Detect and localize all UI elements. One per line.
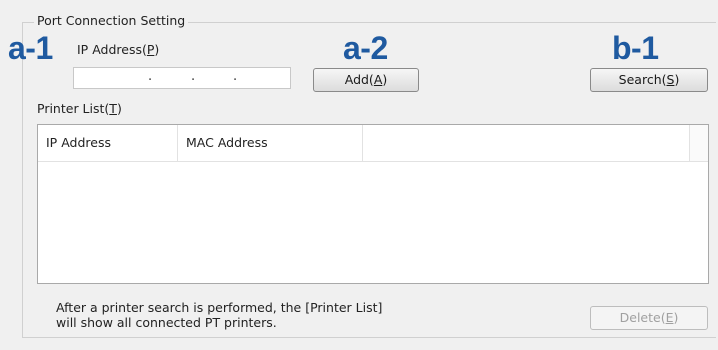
printer-search-note: After a printer search is performed, the… [56, 300, 382, 330]
note-line-2: will show all connected PT printers. [56, 315, 277, 330]
column-header-ip-address[interactable]: IP Address [38, 125, 178, 161]
marker-a2: a-2 [343, 30, 388, 66]
ip-octet-separator: . [233, 69, 238, 84]
column-header-mac-address[interactable]: MAC Address [178, 125, 363, 161]
delete-button[interactable]: Delete(E) [590, 306, 708, 330]
column-header-blank[interactable] [363, 125, 690, 161]
ip-address-field[interactable]: . . . [73, 67, 291, 89]
search-button[interactable]: Search(S) [590, 68, 708, 92]
add-button[interactable]: Add(A) [313, 68, 419, 92]
note-line-1: After a printer search is performed, the… [56, 300, 383, 315]
ip-address-label: IP Address(P) [77, 42, 160, 57]
ip-octet-separator: . [148, 69, 153, 84]
group-title: Port Connection Setting [34, 13, 189, 28]
list-header: IP Address MAC Address [38, 125, 708, 162]
marker-a1: a-1 [8, 30, 53, 66]
scrollbar-stub [689, 125, 708, 161]
ip-octet-separator: . [191, 69, 196, 84]
marker-b1: b-1 [612, 30, 659, 66]
printer-list-label: Printer List(T) [37, 101, 122, 116]
printer-list[interactable]: IP Address MAC Address [37, 124, 709, 284]
